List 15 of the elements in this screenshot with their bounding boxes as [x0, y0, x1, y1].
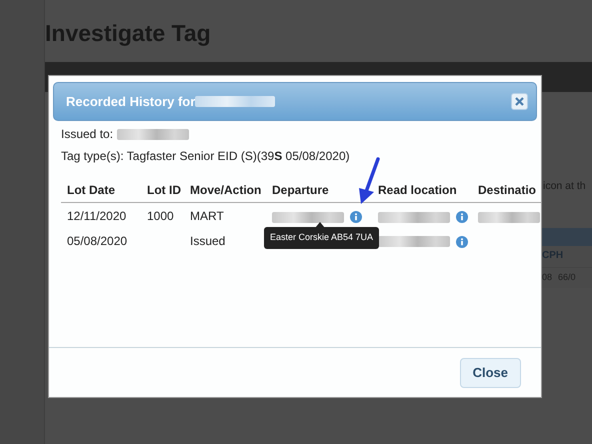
table-cell: 12/11/2020: [61, 202, 141, 228]
close-button[interactable]: Close: [460, 358, 521, 388]
issued-label: Issued to:: [61, 126, 114, 143]
column-header: Lot ID: [141, 178, 184, 202]
column-header: Lot Date: [61, 178, 141, 202]
table-cell-text: Issued: [189, 233, 226, 250]
dialog-title: Recorded History for: [66, 92, 196, 111]
column-header: Read location: [372, 178, 472, 202]
table-cell-text: 05/08/2020: [66, 233, 128, 250]
column-header: Move/Action: [184, 178, 266, 202]
tooltip: Easter Corskie AB54 7UA: [264, 227, 380, 248]
column-header: Destinatio: [472, 178, 541, 202]
table-cell: 1000: [141, 202, 184, 228]
table-cell: MART: [184, 202, 266, 228]
tag-type-text: Tag type(s): Tagfaster Senior EID (S)(39S 05/08/2020): [61, 148, 351, 165]
